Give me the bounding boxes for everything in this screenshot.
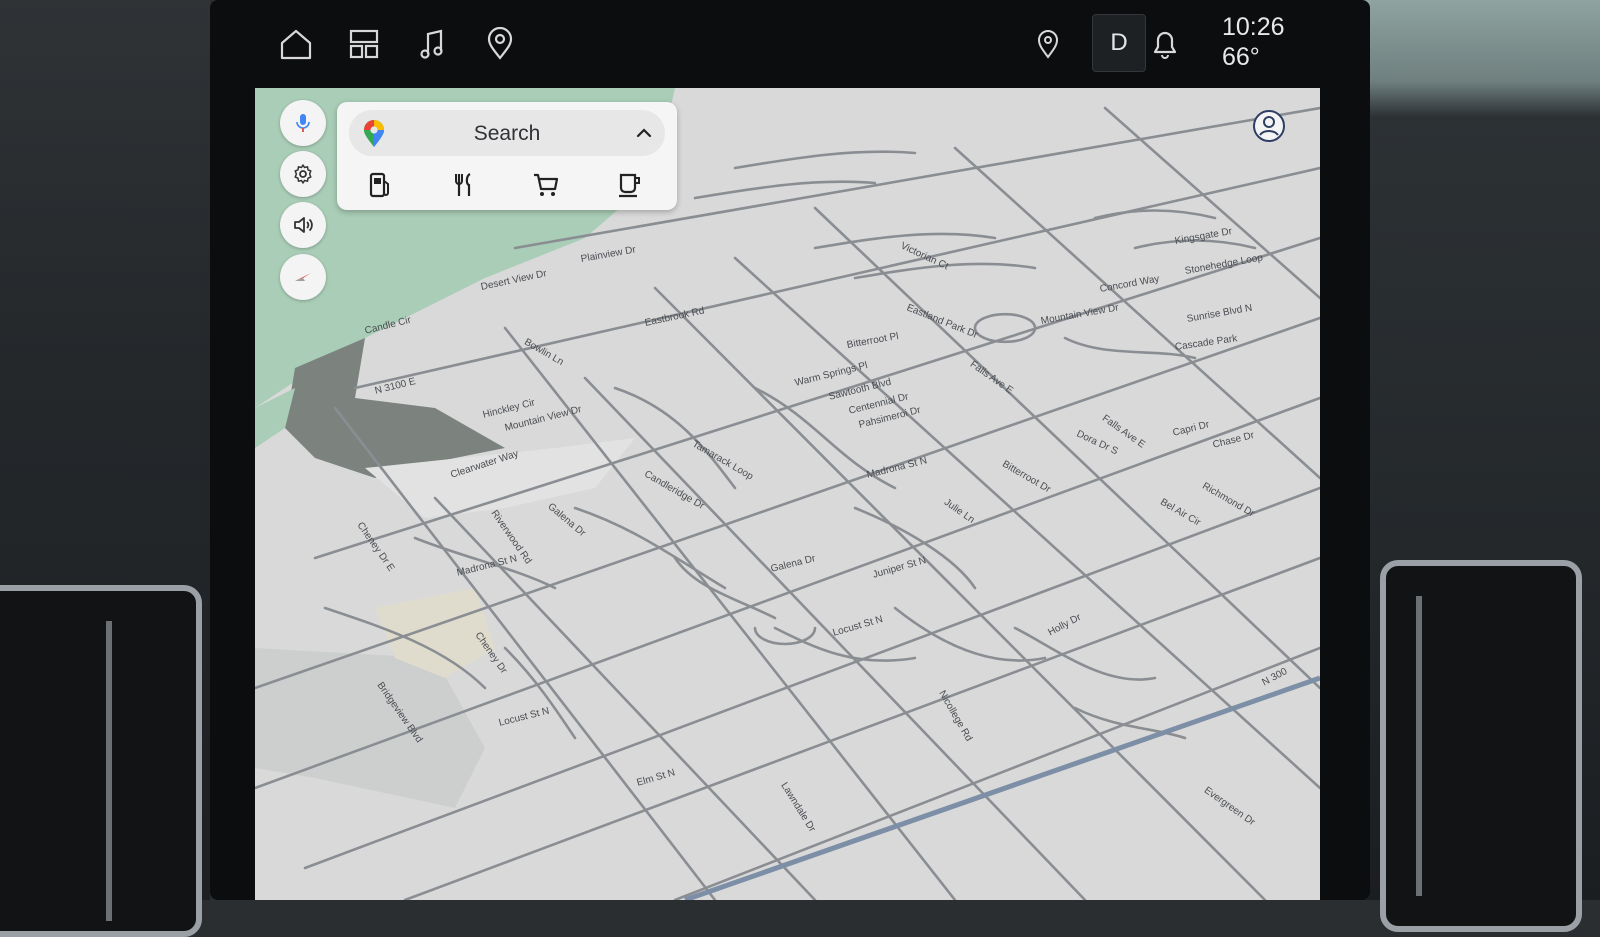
category-coffee-button[interactable] bbox=[613, 168, 647, 202]
navigation-pin-icon[interactable] bbox=[482, 26, 518, 62]
compass-icon bbox=[295, 273, 311, 281]
volume-icon bbox=[294, 217, 313, 233]
restaurant-icon bbox=[455, 173, 471, 196]
category-restaurant-button[interactable] bbox=[447, 168, 481, 202]
air-vent-right bbox=[1380, 560, 1582, 932]
air-vent-left bbox=[0, 585, 202, 937]
shopping-cart-icon bbox=[534, 173, 559, 196]
vent-slat bbox=[106, 621, 112, 921]
category-grocery-button[interactable] bbox=[529, 168, 563, 202]
map-view[interactable]: Candle Cir N 3100 E Hinckley Cir Mountai… bbox=[255, 88, 1320, 900]
account-icon[interactable] bbox=[1251, 108, 1287, 144]
search-label: Search bbox=[473, 122, 541, 145]
clock-time: 10:26 bbox=[1222, 13, 1285, 41]
search-card: Search bbox=[337, 102, 677, 210]
voice-search-button[interactable] bbox=[280, 100, 326, 146]
vent-slat bbox=[1416, 596, 1422, 896]
driver-profile-badge[interactable]: D bbox=[1092, 14, 1146, 72]
music-note-icon[interactable] bbox=[414, 26, 450, 62]
coffee-icon bbox=[619, 173, 640, 198]
map-settings-button[interactable] bbox=[280, 151, 326, 197]
category-gas-button[interactable] bbox=[363, 168, 397, 202]
microphone-icon bbox=[296, 114, 310, 132]
location-pin-icon[interactable] bbox=[1030, 26, 1066, 62]
compass-button[interactable] bbox=[280, 254, 326, 300]
clock-temperature: 10:26 66° bbox=[1222, 12, 1285, 72]
gas-station-icon bbox=[369, 172, 389, 198]
chevron-up-icon[interactable] bbox=[635, 124, 653, 142]
apps-grid-icon[interactable] bbox=[346, 26, 382, 62]
settings-gear-icon bbox=[294, 164, 312, 184]
home-icon[interactable] bbox=[278, 26, 314, 62]
volume-button[interactable] bbox=[280, 202, 326, 248]
outside-temperature: 66° bbox=[1222, 43, 1260, 71]
notification-bell-icon[interactable] bbox=[1147, 26, 1183, 62]
search-bar[interactable]: Search bbox=[349, 110, 665, 156]
status-bar bbox=[250, 0, 1330, 88]
